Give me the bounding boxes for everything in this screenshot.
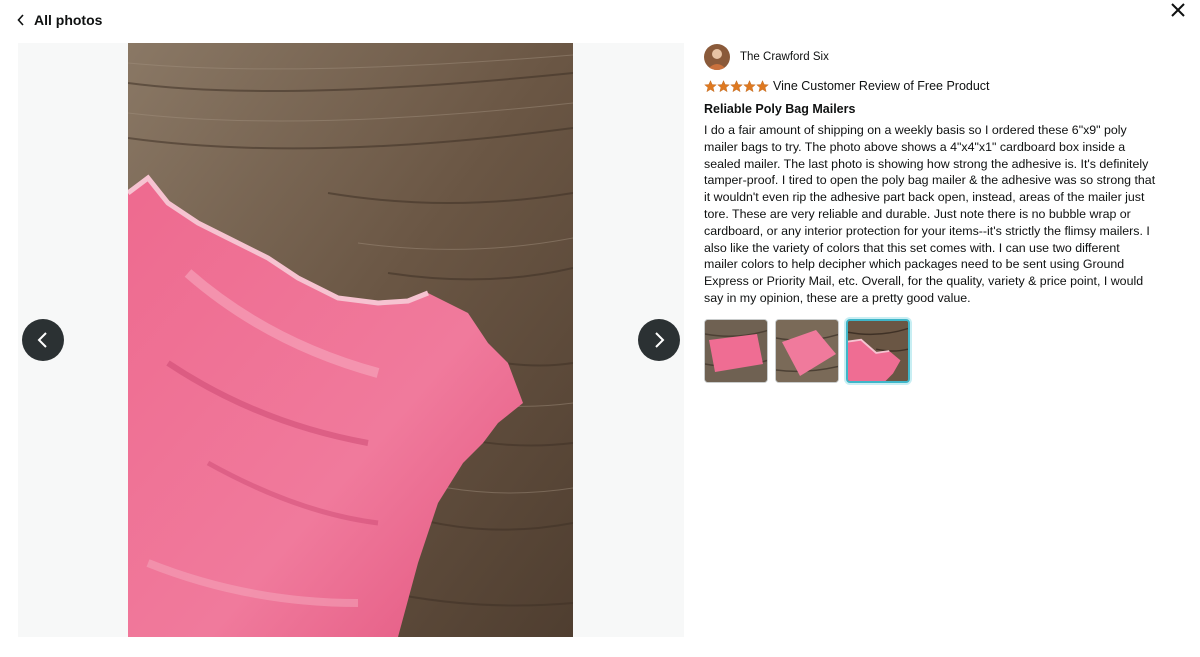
- photo-viewer: [18, 43, 684, 637]
- star-icon: [756, 79, 769, 92]
- photo-thumbnail-selected[interactable]: [846, 318, 910, 383]
- next-photo-button[interactable]: [638, 319, 680, 361]
- close-icon: [1171, 3, 1185, 17]
- all-photos-back-link[interactable]: All photos: [16, 8, 102, 32]
- star-icon: [743, 79, 756, 92]
- rating-row: Vine Customer Review of Free Product: [704, 78, 1156, 94]
- close-button[interactable]: [1166, 0, 1190, 24]
- review-title: Reliable Poly Bag Mailers: [704, 102, 856, 116]
- star-icon: [717, 79, 730, 92]
- mailer-photo-image: [128, 43, 573, 637]
- all-photos-label: All photos: [34, 12, 103, 28]
- review-body: I do a fair amount of shipping on a week…: [704, 123, 1156, 305]
- thumbnail-strip: [704, 318, 1156, 383]
- photo-thumbnail[interactable]: [704, 318, 768, 383]
- reviewer-name: The Crawford Six: [740, 51, 829, 63]
- star-icon: [704, 79, 717, 92]
- photo-thumbnail[interactable]: [775, 318, 839, 383]
- chevron-left-icon: [17, 14, 24, 26]
- reviewer-profile[interactable]: The Crawford Six: [704, 44, 1156, 70]
- chevron-left-icon: [37, 332, 47, 348]
- vine-review-badge: Vine Customer Review of Free Product: [773, 79, 990, 93]
- chevron-right-icon: [655, 332, 665, 348]
- avatar: [704, 44, 730, 70]
- star-rating: [704, 79, 769, 93]
- review-panel: The Crawford Six Vine Customer Review of…: [704, 44, 1156, 383]
- review-photo: [128, 43, 573, 637]
- previous-photo-button[interactable]: [22, 319, 64, 361]
- star-icon: [730, 79, 743, 92]
